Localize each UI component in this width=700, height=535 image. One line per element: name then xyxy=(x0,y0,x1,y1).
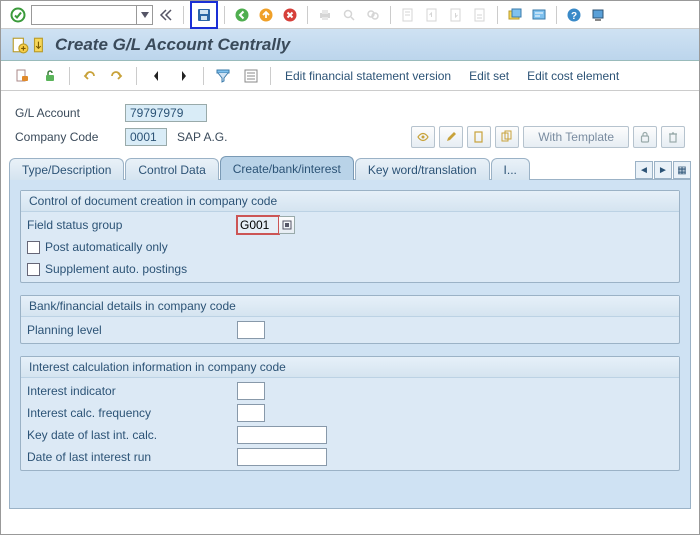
save-button[interactable] xyxy=(193,4,215,26)
planning-level-label: Planning level xyxy=(27,323,237,337)
company-code-name: SAP A.G. xyxy=(177,130,227,144)
undo-icon[interactable] xyxy=(78,65,100,87)
header-buttons: With Template xyxy=(411,126,685,148)
lock-icon[interactable] xyxy=(633,126,657,148)
tab-scroll-buttons: ◄ ► ▦ xyxy=(635,161,691,179)
page-title: Create G/L Account Centrally xyxy=(55,35,290,55)
chevrons-left-icon[interactable] xyxy=(155,4,177,26)
redo-icon[interactable] xyxy=(106,65,128,87)
find-icon xyxy=(338,4,360,26)
tab-body: Control of document creation in company … xyxy=(9,179,691,509)
layout-icon[interactable] xyxy=(587,4,609,26)
separator xyxy=(390,6,391,24)
separator xyxy=(69,67,70,85)
next-page-icon xyxy=(445,4,467,26)
edit-cost-link[interactable]: Edit cost element xyxy=(521,69,625,83)
key-date-input[interactable] xyxy=(237,426,327,444)
copy-doc-icon[interactable] xyxy=(495,126,519,148)
separator xyxy=(497,6,498,24)
expand-icon[interactable] xyxy=(31,36,47,54)
group-title: Interest calculation information in comp… xyxy=(21,357,679,378)
app-toolbar: Edit financial statement version Edit se… xyxy=(1,61,699,91)
first-page-icon xyxy=(397,4,419,26)
gl-account-input[interactable] xyxy=(125,104,207,122)
group-interest-calc: Interest calculation information in comp… xyxy=(20,356,680,471)
last-run-date-input[interactable] xyxy=(237,448,327,466)
tab-strip: Type/Description Control Data Create/ban… xyxy=(9,155,691,179)
back-button[interactable] xyxy=(231,4,253,26)
tab-area: Type/Description Control Data Create/ban… xyxy=(1,155,699,509)
doc-new-icon xyxy=(11,36,29,54)
edit-fin-stmt-link[interactable]: Edit financial statement version xyxy=(279,69,457,83)
settings-icon[interactable] xyxy=(240,65,262,87)
separator xyxy=(136,67,137,85)
interest-indicator-input[interactable] xyxy=(237,382,265,400)
separator xyxy=(203,67,204,85)
header-block: G/L Account Company Code SAP A.G. With T… xyxy=(1,91,699,155)
find-next-icon xyxy=(362,4,384,26)
f4-help-icon[interactable] xyxy=(279,216,295,234)
shortcut-icon[interactable] xyxy=(528,4,550,26)
tab-keyword-translation[interactable]: Key word/translation xyxy=(355,158,490,180)
company-code-input[interactable] xyxy=(125,128,167,146)
title-bar: Create G/L Account Centrally xyxy=(1,29,699,61)
last-run-date-label: Date of last interest run xyxy=(27,450,237,464)
tab-scroll-left[interactable]: ◄ xyxy=(635,161,653,179)
tab-information[interactable]: I... xyxy=(491,158,530,180)
separator xyxy=(556,6,557,24)
cancel-button[interactable] xyxy=(279,4,301,26)
planning-level-input[interactable] xyxy=(237,321,265,339)
help-icon[interactable]: ? xyxy=(563,4,585,26)
supplement-auto-label: Supplement auto. postings xyxy=(45,262,187,276)
prev-page-icon xyxy=(421,4,443,26)
key-date-label: Key date of last int. calc. xyxy=(27,428,237,442)
company-code-label: Company Code xyxy=(15,130,125,144)
enter-icon[interactable] xyxy=(7,4,29,26)
delete-icon[interactable] xyxy=(661,126,685,148)
group-document-control: Control of document creation in company … xyxy=(20,190,680,283)
tab-control-data[interactable]: Control Data xyxy=(125,158,218,180)
tab-type-description[interactable]: Type/Description xyxy=(9,158,124,180)
interest-freq-label: Interest calc. frequency xyxy=(27,406,237,420)
separator xyxy=(270,67,271,85)
separator xyxy=(183,6,184,24)
last-page-icon xyxy=(469,4,491,26)
interest-indicator-label: Interest indicator xyxy=(27,384,237,398)
new-doc-icon[interactable] xyxy=(467,126,491,148)
separator xyxy=(307,6,308,24)
with-template-button[interactable]: With Template xyxy=(523,126,629,148)
field-status-group-input[interactable] xyxy=(237,216,279,234)
edit-icon[interactable] xyxy=(439,126,463,148)
title-icons xyxy=(11,36,47,54)
interest-freq-input[interactable] xyxy=(237,404,265,422)
edit-set-link[interactable]: Edit set xyxy=(463,69,515,83)
doc-lock-icon[interactable] xyxy=(11,65,33,87)
save-highlight xyxy=(190,1,218,29)
group-title: Control of document creation in company … xyxy=(21,191,679,212)
group-title: Bank/financial details in company code xyxy=(21,296,679,317)
chevron-down-icon[interactable] xyxy=(136,6,152,24)
gl-account-label: G/L Account xyxy=(15,106,125,120)
system-toolbar: ? xyxy=(1,1,699,29)
tab-list-icon[interactable]: ▦ xyxy=(673,161,691,179)
app-window: ? Create G/L Account Centrally Edit fina… xyxy=(0,0,700,535)
svg-text:?: ? xyxy=(571,11,577,22)
post-auto-checkbox[interactable] xyxy=(27,241,40,254)
exit-button[interactable] xyxy=(255,4,277,26)
tab-scroll-right[interactable]: ► xyxy=(654,161,672,179)
display-icon[interactable] xyxy=(411,126,435,148)
supplement-auto-checkbox[interactable] xyxy=(27,263,40,276)
prev-item-icon[interactable] xyxy=(145,65,167,87)
new-session-icon[interactable] xyxy=(504,4,526,26)
post-auto-label: Post automatically only xyxy=(45,240,168,254)
unlock-icon[interactable] xyxy=(39,65,61,87)
group-bank-financial: Bank/financial details in company code P… xyxy=(20,295,680,344)
filter-icon[interactable] xyxy=(212,65,234,87)
next-item-icon[interactable] xyxy=(173,65,195,87)
command-field[interactable] xyxy=(31,5,153,25)
field-status-group-label: Field status group xyxy=(27,218,237,232)
tab-create-bank-interest[interactable]: Create/bank/interest xyxy=(220,156,354,180)
separator xyxy=(224,6,225,24)
print-icon xyxy=(314,4,336,26)
